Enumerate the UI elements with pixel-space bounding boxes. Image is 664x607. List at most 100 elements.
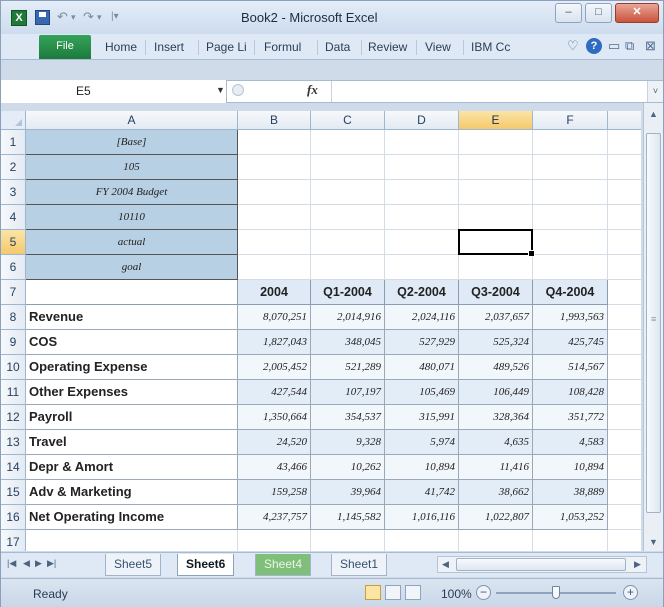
grid-cell[interactable] xyxy=(608,280,641,305)
zoom-in-button[interactable]: + xyxy=(623,585,638,600)
data-cell[interactable]: 521,289 xyxy=(311,355,385,380)
grid-cell[interactable] xyxy=(311,230,385,255)
maximize-button[interactable]: □ xyxy=(585,3,612,23)
grid-cell[interactable] xyxy=(608,505,641,530)
grid-cell[interactable] xyxy=(311,205,385,230)
scroll-left-icon[interactable]: ◀ xyxy=(442,559,449,570)
data-cell[interactable]: 2,037,657 xyxy=(459,305,533,330)
column-header[interactable]: E xyxy=(459,111,533,130)
grid-cell[interactable] xyxy=(533,155,608,180)
tab-ibm-cognos[interactable]: IBM Cc xyxy=(471,40,510,54)
label-cell[interactable]: [Base] xyxy=(26,130,238,155)
row-header[interactable]: 1 xyxy=(1,130,26,155)
grid-cell[interactable] xyxy=(459,205,533,230)
tab-data[interactable]: Data xyxy=(325,40,350,54)
grid-cell[interactable] xyxy=(385,230,459,255)
page-break-view-icon[interactable] xyxy=(405,585,421,600)
data-cell[interactable]: 43,466 xyxy=(238,455,311,480)
column-header[interactable] xyxy=(608,111,641,130)
row-header[interactable]: 12 xyxy=(1,405,26,430)
grid-cell[interactable] xyxy=(608,430,641,455)
data-cell[interactable]: 489,526 xyxy=(459,355,533,380)
grid-cell[interactable] xyxy=(385,180,459,205)
label-cell[interactable]: 10110 xyxy=(26,205,238,230)
close-button[interactable]: ✕ xyxy=(615,3,659,23)
data-cell[interactable]: 39,964 xyxy=(311,480,385,505)
data-cell[interactable]: 1,053,252 xyxy=(533,505,608,530)
sheet-tab-sheet1[interactable]: Sheet1 xyxy=(331,554,388,576)
sheet-tab-sheet5[interactable]: Sheet5 xyxy=(105,554,162,576)
row-header[interactable]: 16 xyxy=(1,505,26,530)
zoom-out-button[interactable]: − xyxy=(476,585,491,600)
label-cell[interactable]: goal xyxy=(26,255,238,280)
data-cell[interactable]: 10,262 xyxy=(311,455,385,480)
data-cell[interactable]: 1,022,807 xyxy=(459,505,533,530)
row-label-cell[interactable]: Other Expenses xyxy=(26,380,238,405)
zoom-level[interactable]: 100% xyxy=(441,587,472,601)
workbook-close-icon[interactable]: ⊠ xyxy=(645,38,656,54)
grid-cell[interactable] xyxy=(311,180,385,205)
tab-insert[interactable]: Insert xyxy=(154,40,184,54)
grid-cell[interactable] xyxy=(238,155,311,180)
grid-cell[interactable] xyxy=(608,230,641,255)
tab-review[interactable]: Review xyxy=(368,40,407,54)
row-header[interactable]: 14 xyxy=(1,455,26,480)
column-header[interactable]: F xyxy=(533,111,608,130)
scroll-down-icon[interactable]: ▼ xyxy=(649,537,658,547)
undo-dropdown-icon[interactable]: ▾ xyxy=(71,12,76,23)
data-cell[interactable]: 527,929 xyxy=(385,330,459,355)
data-cell[interactable]: 10,894 xyxy=(385,455,459,480)
next-sheet-icon[interactable]: ▶ xyxy=(35,558,42,569)
row-header[interactable]: 11 xyxy=(1,380,26,405)
row-header[interactable]: 17 xyxy=(1,530,26,551)
grid-cell[interactable] xyxy=(608,405,641,430)
spreadsheet-grid[interactable]: A B C D E F 1 2 3 4 5 6 7 8 9 10 11 12 13 14 15 16 17 [Base] 105… xyxy=(1,111,641,551)
undo-icon[interactable]: ↶ xyxy=(57,9,68,25)
row-label-cell[interactable] xyxy=(26,280,238,305)
name-box[interactable]: E5 ▼ xyxy=(1,80,227,103)
data-cell[interactable]: 2,014,916 xyxy=(311,305,385,330)
column-header[interactable]: A xyxy=(26,111,238,130)
grid-cell[interactable] xyxy=(385,130,459,155)
grid-cell[interactable] xyxy=(311,255,385,280)
row-label-cell[interactable]: Revenue xyxy=(26,305,238,330)
grid-cell[interactable] xyxy=(459,130,533,155)
grid-cell[interactable] xyxy=(608,380,641,405)
data-cell[interactable]: 9,328 xyxy=(311,430,385,455)
data-cell[interactable]: 328,364 xyxy=(459,405,533,430)
data-cell[interactable]: 10,894 xyxy=(533,455,608,480)
data-cell[interactable]: 11,416 xyxy=(459,455,533,480)
tab-page-layout[interactable]: Page Li xyxy=(206,40,247,54)
row-header[interactable]: 9 xyxy=(1,330,26,355)
row-label-cell[interactable]: Operating Expense xyxy=(26,355,238,380)
row-label-cell[interactable]: Net Operating Income xyxy=(26,505,238,530)
row-header[interactable]: 4 xyxy=(1,205,26,230)
data-cell[interactable]: 1,145,582 xyxy=(311,505,385,530)
data-cell[interactable]: 315,991 xyxy=(385,405,459,430)
row-label-cell[interactable]: Depr & Amort xyxy=(26,455,238,480)
active-cell-e5[interactable] xyxy=(458,229,535,257)
grid-cell[interactable] xyxy=(533,530,608,551)
data-cell[interactable]: 159,258 xyxy=(238,480,311,505)
column-period-header[interactable]: Q4-2004 xyxy=(533,280,608,305)
row-header[interactable]: 8 xyxy=(1,305,26,330)
tab-home[interactable]: Home xyxy=(105,40,137,54)
grid-cell[interactable] xyxy=(608,255,641,280)
data-cell[interactable]: 106,449 xyxy=(459,380,533,405)
zoom-slider-thumb[interactable] xyxy=(552,586,560,599)
data-cell[interactable]: 4,635 xyxy=(459,430,533,455)
scroll-right-icon[interactable]: ▶ xyxy=(634,559,641,570)
grid-cell[interactable] xyxy=(608,330,641,355)
tab-view[interactable]: View xyxy=(425,40,451,54)
excel-app-icon[interactable]: X xyxy=(11,10,27,26)
label-cell[interactable]: actual xyxy=(26,230,238,255)
vertical-scrollbar[interactable]: ▲ ≡ ▼ xyxy=(643,103,663,551)
data-cell[interactable]: 425,745 xyxy=(533,330,608,355)
row-header[interactable]: 2 xyxy=(1,155,26,180)
data-cell[interactable]: 2,024,116 xyxy=(385,305,459,330)
tab-file[interactable]: File xyxy=(39,35,91,59)
vertical-scroll-thumb[interactable]: ≡ xyxy=(646,133,661,513)
last-sheet-icon[interactable]: ▶| xyxy=(47,558,56,569)
data-cell[interactable]: 514,567 xyxy=(533,355,608,380)
data-cell[interactable]: 1,993,563 xyxy=(533,305,608,330)
